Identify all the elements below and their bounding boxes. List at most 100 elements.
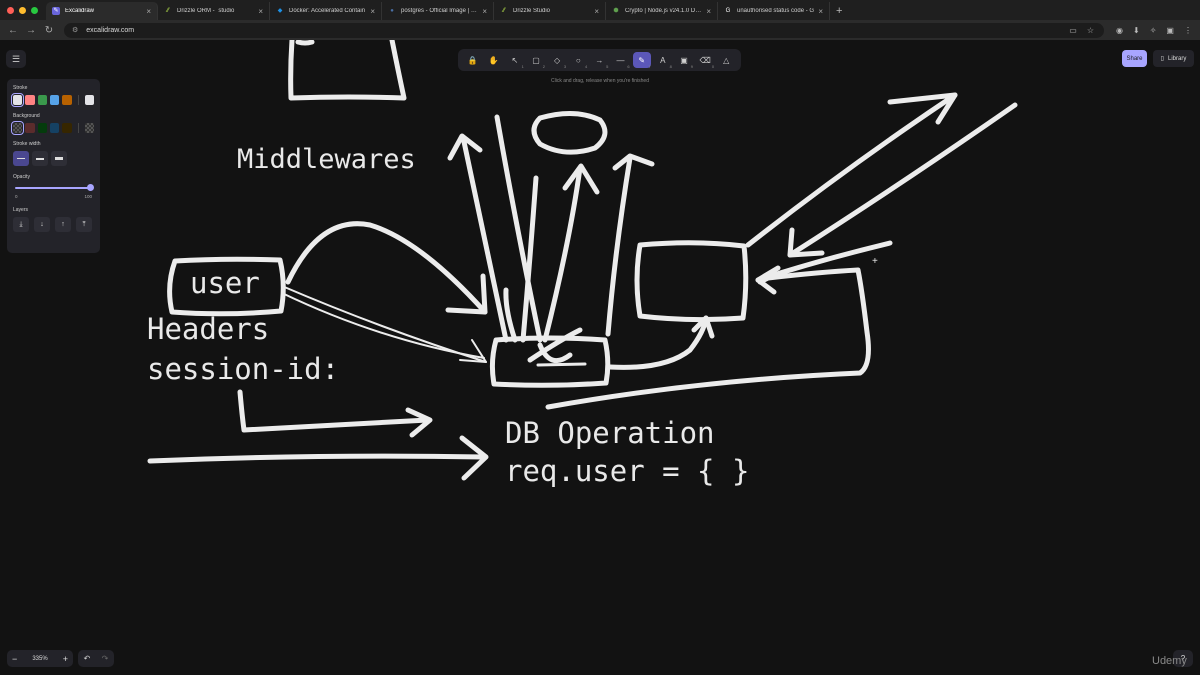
docker-favicon-icon: ◆ [277,8,283,14]
lock-icon: 🔒 [467,55,478,65]
tab-title: Crypto | Node.js v24.1.0 Docs [625,8,703,14]
partial-shape-top [288,40,407,101]
close-window-button[interactable] [7,7,14,14]
properties-panel: Stroke Background Stroke width Opacity 0… [7,79,100,253]
bring-forward-icon: ↑ [61,221,65,228]
undo-button[interactable]: ↶ [84,654,91,663]
share-button[interactable]: Share [1122,50,1147,67]
close-tab-icon[interactable]: × [146,7,151,16]
hand-tool-button[interactable]: ✋ [485,52,503,68]
opacity-thumb[interactable] [87,184,94,191]
eraser-tool-button[interactable]: ⌫ 0 [696,52,714,70]
arrow-tool-button[interactable]: → 5 [590,52,608,70]
maximize-window-button[interactable] [31,7,38,14]
drawing-canvas[interactable]: Middlewares user Headers session-id: DB … [0,40,1200,675]
current-stroke-color[interactable] [84,95,94,105]
minimize-window-button[interactable] [19,7,26,14]
tab-excalidraw[interactable]: ✎ Excalidraw × [46,2,158,20]
background-swatch-blue[interactable] [50,123,60,133]
redo-button[interactable]: ↷ [102,654,109,663]
close-tab-icon[interactable]: × [482,7,487,16]
forward-icon[interactable]: → [22,25,40,36]
extension-icon[interactable]: ◉ [1116,26,1123,35]
stroke-swatch-blue[interactable] [50,95,60,105]
close-tab-icon[interactable]: × [706,7,711,16]
stroke-width-bold-button[interactable] [32,151,48,166]
extensions-puzzle-icon[interactable]: ✧ [1150,26,1157,35]
back-icon[interactable]: ← [4,25,22,36]
site-info-icon[interactable]: ⚙ [72,26,78,34]
shortcut-key: 3 [563,64,567,69]
reload-icon[interactable]: ↻ [40,25,58,36]
tab-nodejs-crypto[interactable]: ⬢ Crypto | Node.js v24.1.0 Docs × [606,2,718,20]
send-backward-button[interactable]: ↓ [34,217,50,232]
selection-tool-button[interactable]: ↖ 1 [506,52,524,70]
stroke-width-extra-bold-button[interactable] [51,151,67,166]
ellipse-tool-button[interactable]: ○ 4 [569,52,587,70]
close-tab-icon[interactable]: × [594,7,599,16]
tab-docker[interactable]: ◆ Docker: Accelerated Contain × [270,2,382,20]
text-tool-button[interactable]: A8 [654,52,672,70]
library-button[interactable]: ▯ Library [1153,50,1194,67]
send-to-back-button[interactable]: ⤓ [13,217,29,232]
zoom-level[interactable]: 335% [32,656,47,662]
draw-tool-button[interactable]: ✎ 7 [632,52,651,69]
bring-forward-button[interactable]: ↑ [55,217,71,232]
opacity-slider[interactable] [15,184,94,192]
close-tab-icon[interactable]: × [258,7,263,16]
session-id-label: session-id: [147,352,340,386]
text-icon: A [660,55,666,65]
tab-title: postgres - Official Image | Do [401,8,479,14]
stroke-swatch-green[interactable] [37,95,48,105]
opacity-label: Opacity [13,174,30,180]
background-swatch-green[interactable] [37,123,48,133]
image-icon: ▣ [680,55,688,65]
close-tab-icon[interactable]: × [818,7,823,16]
bring-to-front-button[interactable]: ⤒ [76,217,92,232]
background-swatch-brown[interactable] [62,123,72,133]
more-tools-button[interactable]: △ [717,52,735,68]
background-swatch-transparent[interactable] [10,121,25,135]
tab-google-search[interactable]: G unauthorised status code - G × [718,2,830,20]
new-tab-button[interactable]: + [830,5,848,20]
rectangle-tool-button[interactable]: ▢ 2 [527,52,545,70]
thin-line-icon [17,158,25,159]
diamond-tool-button[interactable]: ◇ 3 [548,52,567,70]
zoom-in-button[interactable]: + [63,654,68,664]
profile-avatar-icon[interactable]: ▣ [1166,26,1174,35]
url-field[interactable]: ⚙ excalidraw.com ▭ ☆ [64,22,1104,38]
lock-tool-button[interactable]: 🔒 [464,52,482,68]
tab-postgres[interactable]: ● postgres - Official Image | Do × [382,2,494,20]
zoom-out-button[interactable]: − [12,654,17,664]
tab-drizzle-orm[interactable]: ⁄⁄ Drizzle ORM - `studio` × [158,2,270,20]
stroke-swatch-orange[interactable] [62,95,72,105]
tab-drizzle-studio[interactable]: ⁄⁄ Drizzle Studio × [494,2,606,20]
tab-title: Docker: Accelerated Contain [289,8,366,14]
drizzle-favicon-icon: ⁄⁄ [166,8,169,14]
nodejs-favicon-icon: ⬢ [613,8,619,14]
stroke-swatch-white[interactable] [10,93,25,107]
image-tool-button[interactable]: ▣ 9 [675,52,693,70]
shapes-icon: △ [723,55,730,65]
req-user-label: req.user = { } [505,454,750,488]
stroke-swatch-red[interactable] [25,95,35,105]
udemy-watermark: Udemy [1152,655,1187,667]
google-favicon-icon: G [725,8,731,14]
close-tab-icon[interactable]: × [370,7,375,16]
browser-menu-icon[interactable]: ⋮ [1184,26,1192,35]
background-swatch-red[interactable] [25,123,35,133]
cast-icon[interactable]: ▭ [1069,26,1077,35]
bookmark-star-icon[interactable]: ☆ [1087,26,1094,35]
headers-label: Headers [147,312,270,346]
line-tool-button[interactable]: —6 [612,52,630,70]
hamburger-menu-icon: ☰ [11,53,21,64]
browser-tab-strip: ✎ Excalidraw × ⁄⁄ Drizzle ORM - `studio`… [0,0,1200,20]
shortcut-key: 1 [521,64,524,69]
download-icon[interactable]: ⬇ [1133,26,1140,35]
tool-hint: Click and drag, release when you're fini… [551,78,649,84]
main-menu-button[interactable]: ☰ [6,50,26,68]
hand-icon: ✋ [488,55,499,65]
bold-line-icon [36,157,44,160]
current-background-color[interactable] [84,123,94,133]
stroke-width-thin-button[interactable] [13,151,29,166]
